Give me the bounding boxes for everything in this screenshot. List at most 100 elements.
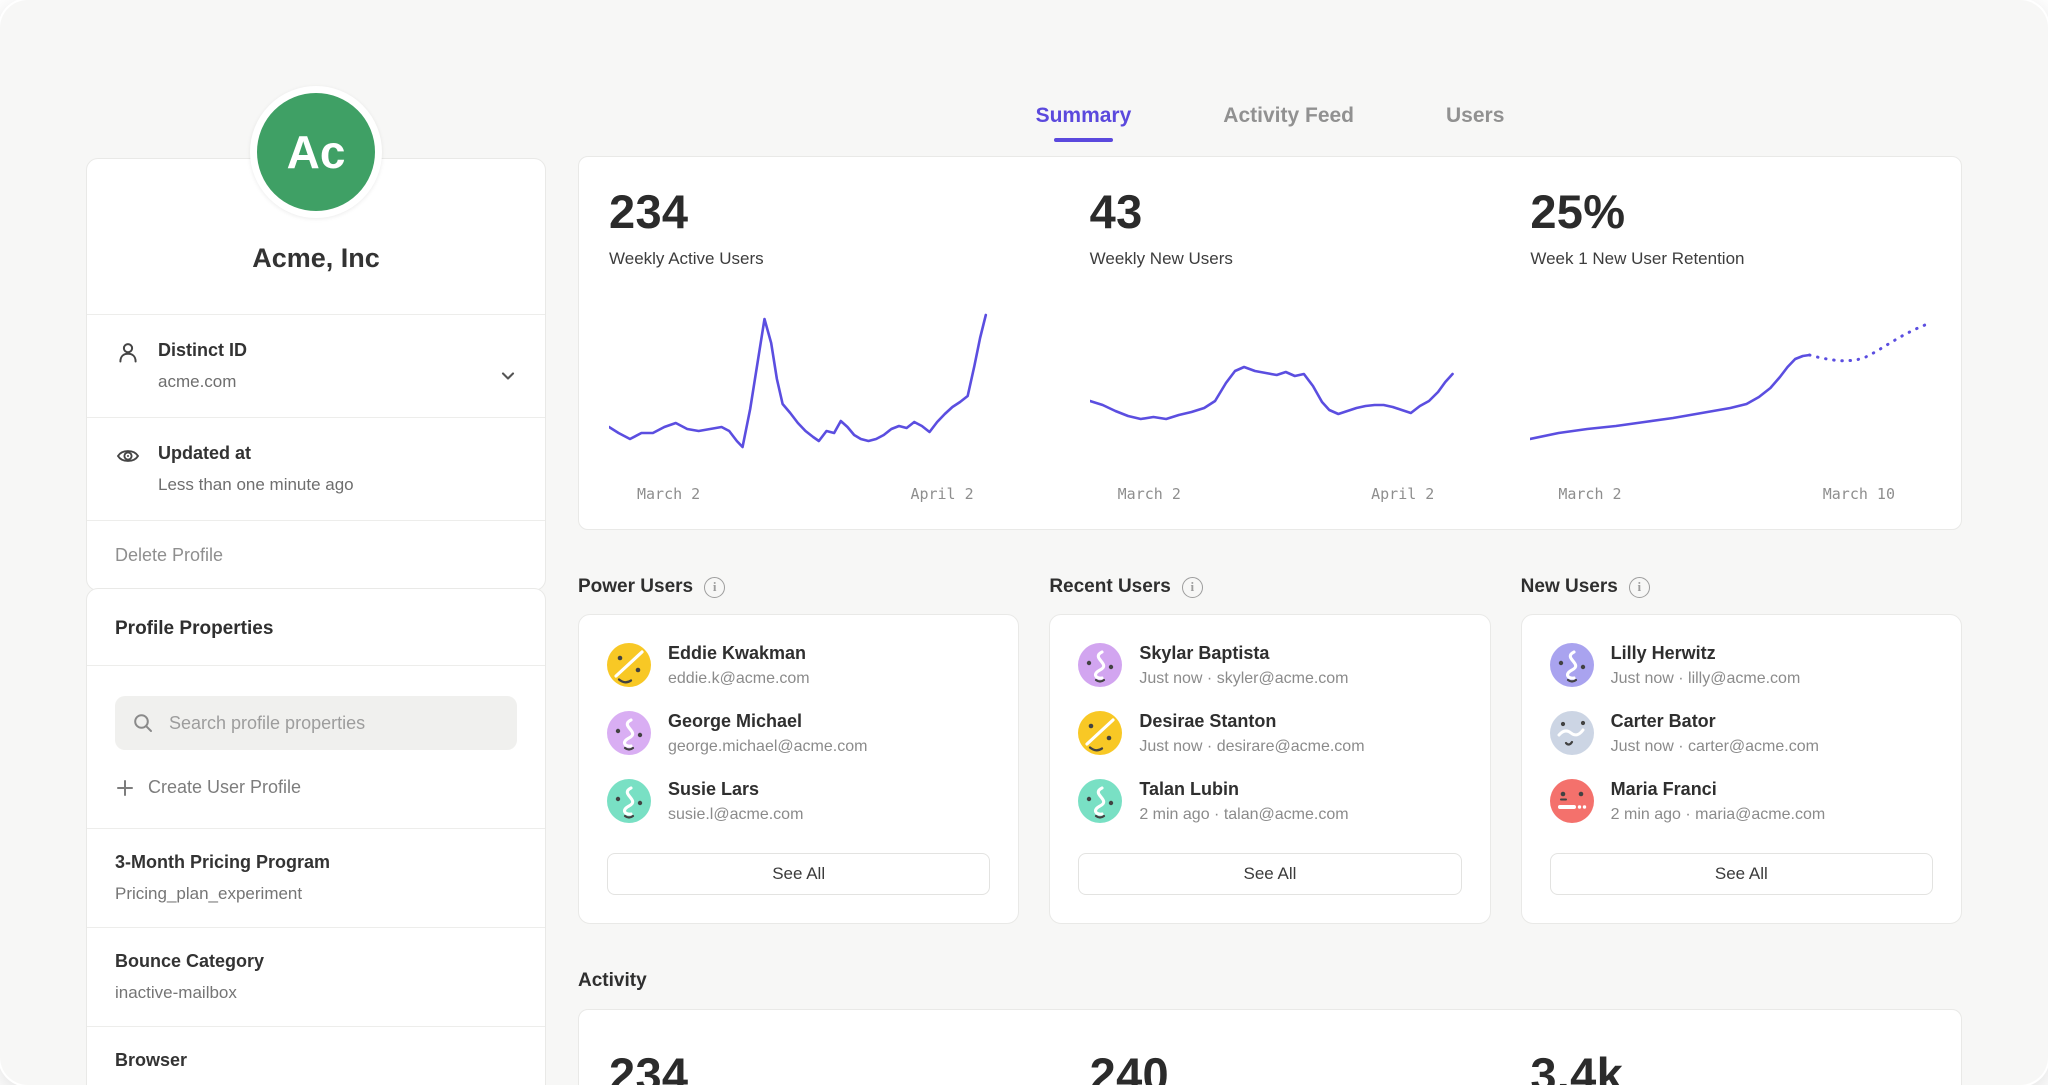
activity-stat-value: 234 — [609, 1050, 1010, 1085]
user-avatar — [607, 643, 651, 687]
user-avatar — [1550, 643, 1594, 687]
tab[interactable]: Activity Feed — [1221, 104, 1356, 142]
user-list-item[interactable]: Talan Lubin 2 min ago · talan@acme.com — [1078, 779, 1461, 824]
user-section-header: Recent Users i — [1049, 576, 1490, 598]
distinct-id-value: acme.com — [158, 372, 247, 392]
x-axis-tick: March 10 — [1823, 485, 1895, 503]
user-name: George Michael — [668, 711, 867, 732]
activity-stat-value: 3.4k — [1530, 1050, 1931, 1085]
user-section-header: Power Users i — [578, 576, 1019, 598]
summary-stat-column: 234 Weekly Active Users March 2 April 2 — [609, 187, 1010, 503]
summary-stat-column: 43 Weekly New Users March 2April 2 — [1070, 187, 1471, 503]
activity-stat-column: 240 — [1070, 1050, 1471, 1085]
summary-stat-column: 25% Week 1 New User Retention March 2Mar… — [1530, 187, 1931, 503]
user-list-item[interactable]: Susie Lars susie.l@acme.com — [607, 779, 990, 824]
create-user-profile-button[interactable]: Create User Profile — [115, 777, 301, 798]
profile-property-name: 3-Month Pricing Program — [115, 852, 517, 873]
user-detail: susie.l@acme.com — [668, 806, 803, 824]
user-list-item[interactable]: Maria Franci 2 min ago · maria@acme.com — [1550, 779, 1933, 824]
main-content: Summary Activity Feed Users 234 Weekly A… — [578, 0, 1962, 1085]
user-list-item[interactable]: Desirae Stanton Just now · desirare@acme… — [1078, 711, 1461, 756]
stat-label: Weekly New Users — [1090, 249, 1471, 269]
app-frame: Ac Acme, Inc Distinct ID acme.com — [0, 0, 2048, 1085]
user-name: Lilly Herwitz — [1611, 643, 1801, 664]
search-icon — [132, 712, 154, 734]
user-section: New Users i Lilly Herwitz Just now · lil… — [1521, 576, 1962, 924]
user-detail: 2 min ago · talan@acme.com — [1139, 806, 1348, 824]
user-list-item[interactable]: Carter Bator Just now · carter@acme.com — [1550, 711, 1933, 756]
stat-value: 234 — [609, 187, 1010, 236]
activity-heading: Activity — [578, 970, 1962, 992]
profile-property-row[interactable]: 3-Month Pricing Program Pricing_plan_exp… — [87, 828, 545, 927]
user-detail: Just now · carter@acme.com — [1611, 738, 1819, 756]
stat-label: Weekly Active Users — [609, 249, 1010, 269]
profile-property-value: Pricing_plan_experiment — [115, 884, 517, 904]
x-axis-tick: March 2 — [637, 485, 700, 503]
activity-stat-column: 234 — [609, 1050, 1010, 1085]
user-list-card: Skylar Baptista Just now · skyler@acme.c… — [1049, 614, 1490, 924]
updated-at-row: Updated at Less than one minute ago — [87, 418, 545, 521]
user-detail: george.michael@acme.com — [668, 738, 867, 756]
user-section-title: Power Users — [578, 576, 693, 598]
tab-bar: Summary Activity Feed Users — [578, 0, 1962, 142]
distinct-id-label: Distinct ID — [158, 340, 247, 361]
search-input[interactable] — [167, 712, 500, 735]
user-section-title: New Users — [1521, 576, 1618, 598]
user-avatar — [1078, 711, 1122, 755]
user-avatar — [607, 711, 651, 755]
user-list-item[interactable]: Lilly Herwitz Just now · lilly@acme.com — [1550, 643, 1933, 688]
user-name: Carter Bator — [1611, 711, 1819, 732]
summary-card: 234 Weekly Active Users March 2April 2 4… — [578, 156, 1962, 530]
x-axis-tick: April 2 — [1371, 485, 1434, 503]
user-avatar — [1550, 779, 1594, 823]
user-name: Desirae Stanton — [1139, 711, 1364, 732]
sparkline-chart: March 2 April 2 — [1090, 309, 1471, 503]
profile-property-name: Bounce Category — [115, 951, 517, 972]
x-axis-tick: March 2 — [1558, 485, 1621, 503]
see-all-button[interactable]: See All — [1550, 853, 1933, 895]
stat-label: Week 1 New User Retention — [1530, 249, 1931, 269]
user-detail: eddie.k@acme.com — [668, 670, 810, 688]
info-icon[interactable]: i — [1629, 577, 1650, 598]
person-icon — [115, 340, 141, 366]
profile-card: Acme, Inc Distinct ID acme.com — [86, 158, 546, 591]
user-name: Maria Franci — [1611, 779, 1826, 800]
sparkline-chart: March 2 April 2 — [609, 309, 1010, 503]
user-avatar — [607, 779, 651, 823]
updated-at-value: Less than one minute ago — [158, 475, 354, 495]
user-name: Susie Lars — [668, 779, 803, 800]
profile-properties-title: Profile Properties — [87, 589, 545, 666]
eye-icon — [115, 443, 141, 469]
profile-properties-card: Profile Properties Create User Profile 3… — [86, 588, 546, 1085]
user-detail: Just now · lilly@acme.com — [1611, 670, 1801, 688]
activity-card: 234 240 3.4k — [578, 1009, 1962, 1085]
user-detail: Just now · desirare@acme.com — [1139, 738, 1364, 756]
user-avatar — [1078, 643, 1122, 687]
chevron-down-icon[interactable] — [497, 365, 519, 387]
see-all-button[interactable]: See All — [1078, 853, 1461, 895]
distinct-id-row[interactable]: Distinct ID acme.com — [87, 315, 545, 418]
user-section: Recent Users i Skylar Baptista Just now … — [1049, 576, 1490, 924]
updated-at-label: Updated at — [158, 443, 354, 464]
user-detail: 2 min ago · maria@acme.com — [1611, 806, 1826, 824]
profile-properties-search[interactable] — [115, 696, 517, 750]
user-list-item[interactable]: George Michael george.michael@acme.com — [607, 711, 990, 756]
x-axis-tick: April 2 — [910, 485, 973, 503]
tab[interactable]: Summary — [1034, 104, 1134, 142]
delete-profile-button[interactable]: Delete Profile — [87, 521, 251, 590]
user-list-item[interactable]: Skylar Baptista Just now · skyler@acme.c… — [1078, 643, 1461, 688]
user-name: Talan Lubin — [1139, 779, 1348, 800]
user-list-card: Lilly Herwitz Just now · lilly@acme.com … — [1521, 614, 1962, 924]
profile-property-row[interactable]: Browser Chrome — [87, 1026, 545, 1085]
info-icon[interactable]: i — [704, 577, 725, 598]
profile-property-value: inactive-mailbox — [115, 983, 517, 1003]
user-avatar — [1550, 711, 1594, 755]
profile-property-row[interactable]: Bounce Category inactive-mailbox — [87, 927, 545, 1026]
user-list-item[interactable]: Eddie Kwakman eddie.k@acme.com — [607, 643, 990, 688]
sparkline-chart: March 2 March 10 — [1530, 309, 1931, 503]
tab[interactable]: Users — [1444, 104, 1506, 142]
see-all-button[interactable]: See All — [607, 853, 990, 895]
create-user-profile-label: Create User Profile — [148, 777, 301, 798]
x-axis-tick: March 2 — [1118, 485, 1181, 503]
info-icon[interactable]: i — [1182, 577, 1203, 598]
